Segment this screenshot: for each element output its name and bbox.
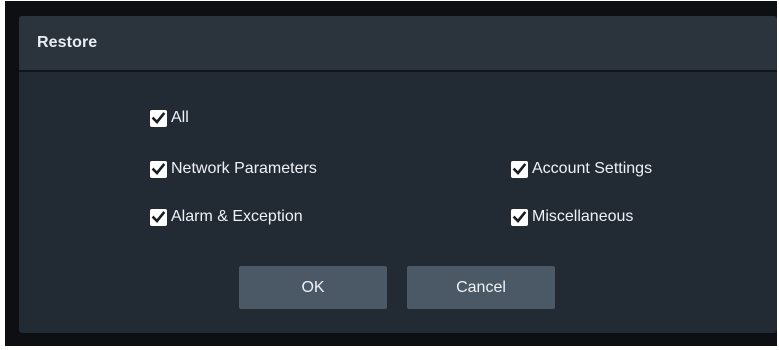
checkbox-checked-icon[interactable] [511, 160, 528, 178]
checkbox-miscellaneous-label: Miscellaneous [532, 208, 634, 225]
checkbox-all-label: All [171, 109, 189, 126]
checkbox-alarm-exception-label: Alarm & Exception [171, 208, 303, 225]
checkbox-checked-icon[interactable] [511, 208, 528, 226]
checkbox-network-parameters-label: Network Parameters [171, 160, 317, 177]
checkbox-checked-icon[interactable] [150, 109, 167, 127]
dialog-title: Restore [37, 34, 98, 51]
checkbox-checked-icon[interactable] [150, 160, 167, 178]
checkbox-account-settings[interactable]: Account Settings [511, 160, 652, 178]
checkbox-network-parameters[interactable]: Network Parameters [150, 160, 317, 178]
checkbox-miscellaneous[interactable]: Miscellaneous [511, 208, 633, 226]
checkbox-alarm-exception[interactable]: Alarm & Exception [150, 208, 303, 226]
dialog-header: Restore [19, 16, 777, 72]
checkbox-all[interactable]: All [150, 109, 189, 127]
checkbox-checked-icon[interactable] [150, 208, 167, 226]
restore-dialog: Restore All Network Parameters Account S… [19, 16, 777, 333]
checkbox-account-settings-label: Account Settings [532, 160, 653, 177]
cancel-button[interactable]: Cancel [407, 266, 555, 309]
ok-button[interactable]: OK [239, 266, 387, 309]
